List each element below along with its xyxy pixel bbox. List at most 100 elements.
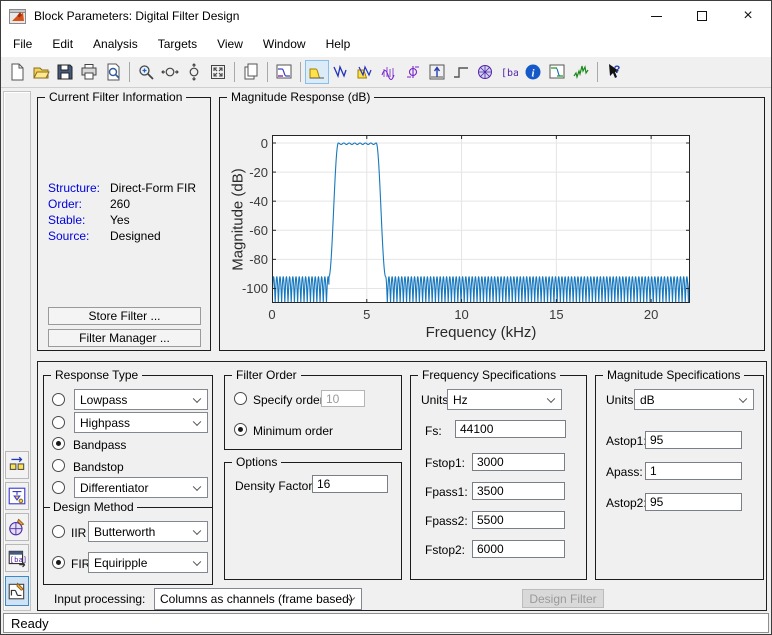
panel-title: Magnitude Specifications bbox=[603, 368, 744, 382]
context-help-button[interactable]: ? bbox=[602, 60, 626, 84]
svg-text:?: ? bbox=[614, 64, 621, 76]
magnitude-response-panel: Magnitude Response (dB) 05101520 0-20-40… bbox=[219, 97, 765, 351]
y-tick-labels: 0-20-40-60-80-100 bbox=[220, 98, 764, 350]
fs-input[interactable] bbox=[455, 420, 566, 438]
response-type-panel: Response Type Lowpass Highpass Bandpass … bbox=[43, 375, 213, 585]
menu-help[interactable]: Help bbox=[316, 33, 361, 55]
fpass1-input[interactable] bbox=[472, 482, 565, 500]
menubar: File Edit Analysis Targets View Window H… bbox=[1, 31, 771, 57]
coefficients-button[interactable]: [ba] bbox=[497, 60, 521, 84]
bandstop-radio[interactable] bbox=[52, 459, 65, 472]
group-delay-button[interactable] bbox=[377, 60, 401, 84]
menu-edit[interactable]: Edit bbox=[42, 33, 83, 55]
bandpass-label: Bandpass bbox=[73, 438, 126, 452]
phase-response-button[interactable] bbox=[329, 60, 353, 84]
lowpass-combo[interactable]: Lowpass bbox=[74, 389, 208, 410]
design-filter-button[interactable]: Design Filter bbox=[522, 589, 604, 608]
differentiator-radio[interactable] bbox=[52, 481, 65, 494]
filter-visualization-button[interactable] bbox=[272, 60, 296, 84]
panel-title: Frequency Specifications bbox=[418, 368, 560, 382]
astop1-label: Astop1: bbox=[606, 434, 647, 448]
specify-order-input[interactable] bbox=[321, 390, 365, 407]
lowpass-radio[interactable] bbox=[52, 393, 65, 406]
fpass2-input[interactable] bbox=[472, 511, 565, 529]
iir-radio[interactable] bbox=[52, 525, 65, 538]
new-button[interactable] bbox=[5, 60, 29, 84]
fstop1-input[interactable] bbox=[472, 453, 565, 471]
x-axis-label: Frequency (kHz) bbox=[401, 324, 561, 341]
save-icon bbox=[56, 63, 74, 81]
filter-info-button[interactable]: i bbox=[521, 60, 545, 84]
menu-window[interactable]: Window bbox=[253, 33, 316, 55]
phase-delay-button[interactable] bbox=[401, 60, 425, 84]
import-filter-button[interactable]: [ba] bbox=[5, 544, 29, 572]
magnitude-response-button[interactable] bbox=[305, 60, 329, 84]
minimum-order-radio[interactable] bbox=[234, 423, 247, 436]
differentiator-combo[interactable]: Differentiator bbox=[74, 477, 208, 498]
input-processing-combo[interactable]: Columns as channels (frame based) bbox=[154, 588, 362, 610]
maximize-button[interactable] bbox=[679, 1, 725, 31]
store-filter-button[interactable]: Store Filter ... bbox=[48, 307, 201, 325]
zoom-in-button[interactable] bbox=[134, 60, 158, 84]
density-factor-label: Density Factor: bbox=[235, 479, 316, 493]
astop2-input[interactable] bbox=[645, 493, 742, 511]
matlab-app-icon bbox=[9, 9, 26, 24]
fstop2-input[interactable] bbox=[472, 540, 565, 558]
close-button[interactable]: × bbox=[725, 1, 771, 31]
iir-label: IIR bbox=[71, 526, 86, 540]
zoom-y-button[interactable] bbox=[182, 60, 206, 84]
specify-order-radio[interactable] bbox=[234, 392, 247, 405]
transform-filter-button[interactable] bbox=[5, 451, 29, 479]
print-button[interactable] bbox=[77, 60, 101, 84]
open-button[interactable] bbox=[29, 60, 53, 84]
fir-method-combo[interactable]: Equiripple bbox=[88, 552, 208, 573]
toolbar-separator bbox=[234, 62, 235, 82]
design-filter-mode-button[interactable] bbox=[5, 576, 29, 606]
multirate-filter-icon bbox=[7, 486, 27, 506]
filter-order-panel: Filter Order Specify order: Minimum orde… bbox=[224, 375, 402, 450]
iir-method-combo[interactable]: Butterworth bbox=[88, 521, 208, 542]
pole-zero-button[interactable] bbox=[473, 60, 497, 84]
zoom-x-button[interactable] bbox=[158, 60, 182, 84]
astop1-input[interactable] bbox=[645, 431, 742, 449]
menu-targets[interactable]: Targets bbox=[148, 33, 207, 55]
pole-zero-editor-button[interactable] bbox=[5, 513, 29, 541]
mag-units-combo[interactable]: dB bbox=[634, 389, 754, 410]
filter-specifications-button[interactable] bbox=[545, 60, 569, 84]
bandpass-radio[interactable] bbox=[52, 437, 65, 450]
fir-radio[interactable] bbox=[52, 556, 65, 569]
print-to-figure-button[interactable] bbox=[239, 60, 263, 84]
zoom-y-icon bbox=[185, 63, 203, 81]
bandstop-label: Bandstop bbox=[73, 460, 124, 474]
status-bar: Ready bbox=[3, 613, 769, 633]
minimize-button[interactable] bbox=[633, 1, 679, 31]
magnitude-specifications-panel: Magnitude Specifications Units: dB Astop… bbox=[595, 375, 764, 580]
impulse-response-button[interactable] bbox=[425, 60, 449, 84]
full-view-button[interactable] bbox=[206, 60, 230, 84]
density-factor-input[interactable] bbox=[312, 475, 388, 493]
step-response-button[interactable] bbox=[449, 60, 473, 84]
apass-input[interactable] bbox=[645, 462, 742, 480]
menu-file[interactable]: File bbox=[3, 33, 42, 55]
filter-manager-button[interactable]: Filter Manager ... bbox=[48, 329, 201, 347]
close-icon: × bbox=[743, 8, 752, 24]
apass-label: Apass: bbox=[606, 465, 643, 479]
minimize-icon bbox=[651, 16, 662, 17]
highpass-combo[interactable]: Highpass bbox=[74, 412, 208, 433]
toolbar-separator bbox=[129, 62, 130, 82]
menu-view[interactable]: View bbox=[207, 33, 253, 55]
design-method-header: Design Method bbox=[44, 500, 212, 514]
chevron-down-icon bbox=[193, 394, 201, 402]
chevron-down-icon bbox=[739, 394, 747, 402]
multirate-filter-button[interactable] bbox=[5, 482, 29, 510]
magnitude-phase-button[interactable] bbox=[353, 60, 377, 84]
save-button[interactable] bbox=[53, 60, 77, 84]
highpass-radio[interactable] bbox=[52, 416, 65, 429]
context-help-icon: ? bbox=[605, 63, 623, 81]
noise-psd-button[interactable] bbox=[569, 60, 593, 84]
print-preview-icon bbox=[104, 63, 122, 81]
panel-title: Response Type bbox=[51, 368, 142, 382]
freq-units-combo[interactable]: Hz bbox=[447, 389, 562, 410]
menu-analysis[interactable]: Analysis bbox=[83, 33, 148, 55]
print-preview-button[interactable] bbox=[101, 60, 125, 84]
